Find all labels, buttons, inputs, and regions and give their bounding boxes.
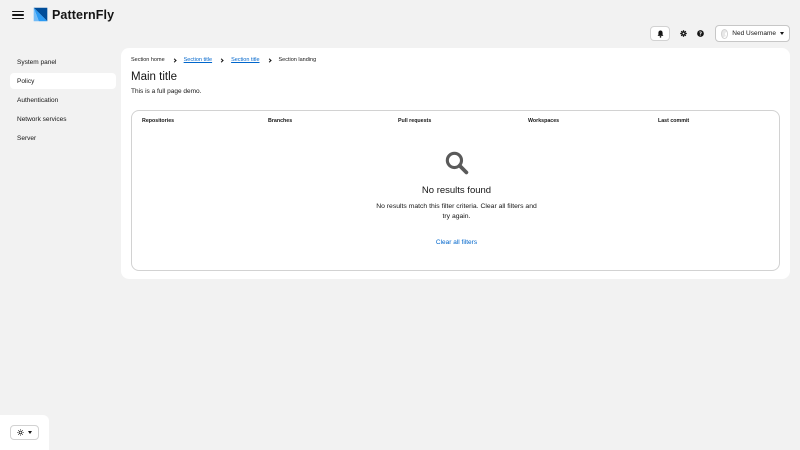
- sidebar-item-server[interactable]: Server: [10, 130, 116, 146]
- help-button[interactable]: ?: [693, 26, 708, 41]
- patternfly-logo-icon: [33, 7, 48, 22]
- user-name: Ned Username: [732, 30, 776, 37]
- notifications-button[interactable]: [650, 26, 670, 41]
- column-header-repositories[interactable]: Repositories: [142, 118, 174, 124]
- sidebar-item-label: Server: [17, 134, 37, 142]
- theme-toggle-button[interactable]: [10, 425, 39, 440]
- sidebar-item-label: Authentication: [17, 96, 59, 104]
- sidebar-item-label: Network services: [17, 115, 67, 123]
- empty-state-body: No results match this filter criteria. C…: [376, 203, 537, 220]
- sidebar-item-system-panel[interactable]: System panel: [10, 54, 116, 70]
- column-header-workspaces[interactable]: Workspaces: [528, 118, 559, 124]
- hamburger-icon[interactable]: [12, 9, 24, 21]
- main-section: Section home Section title Section title…: [121, 48, 790, 279]
- search-icon: [445, 151, 469, 175]
- svg-text:?: ?: [699, 31, 702, 37]
- sidebar-item-policy[interactable]: Policy: [10, 73, 116, 89]
- column-header-last-commit[interactable]: Last commit: [658, 118, 689, 124]
- data-table: Repositories Branches Pull requests Work…: [131, 110, 780, 271]
- masthead: PatternFly ? Ned Username: [0, 0, 800, 48]
- chevron-right-icon: [219, 57, 224, 63]
- avatar: [721, 28, 729, 39]
- question-circle-icon: ?: [697, 30, 704, 37]
- gear-icon: [680, 30, 687, 37]
- bell-icon: [657, 30, 663, 38]
- breadcrumb-item-section-landing: Section landing: [278, 57, 317, 63]
- clear-all-filters-button[interactable]: Clear all filters: [132, 239, 781, 246]
- page-description: This is a full page demo.: [131, 88, 202, 95]
- sidebar-item-network-services[interactable]: Network services: [10, 111, 116, 127]
- clear-all-filters-label: Clear all filters: [435, 239, 478, 246]
- breadcrumb-link-section-title-1[interactable]: Section title: [184, 57, 212, 63]
- chevron-right-icon: [172, 57, 177, 63]
- column-header-branches[interactable]: Branches: [268, 118, 292, 124]
- brand-logo[interactable]: PatternFly: [32, 6, 114, 23]
- empty-state-title: No results found: [421, 185, 492, 196]
- settings-button[interactable]: [676, 26, 691, 41]
- breadcrumb-item-section-home: Section home: [131, 57, 165, 63]
- sidebar-item-authentication[interactable]: Authentication: [10, 92, 116, 108]
- chevron-down-icon: [780, 32, 784, 35]
- sidebar-nav: System panel Policy Authentication Netwo…: [10, 54, 116, 149]
- page-title: Main title: [131, 71, 178, 83]
- sidebar-item-label: System panel: [17, 58, 57, 66]
- user-menu-toggle[interactable]: Ned Username: [715, 25, 790, 42]
- chevron-down-icon: [28, 431, 32, 434]
- chevron-right-icon: [266, 57, 272, 63]
- sun-icon: [17, 429, 24, 436]
- breadcrumb-link-section-title-2[interactable]: Section title: [231, 57, 259, 63]
- column-header-pull-requests[interactable]: Pull requests: [398, 118, 431, 124]
- breadcrumb: Section home Section title Section title…: [131, 57, 316, 63]
- brand-name: PatternFly: [52, 7, 115, 22]
- sidebar-item-label: Policy: [17, 77, 35, 85]
- theme-panel: [0, 415, 49, 450]
